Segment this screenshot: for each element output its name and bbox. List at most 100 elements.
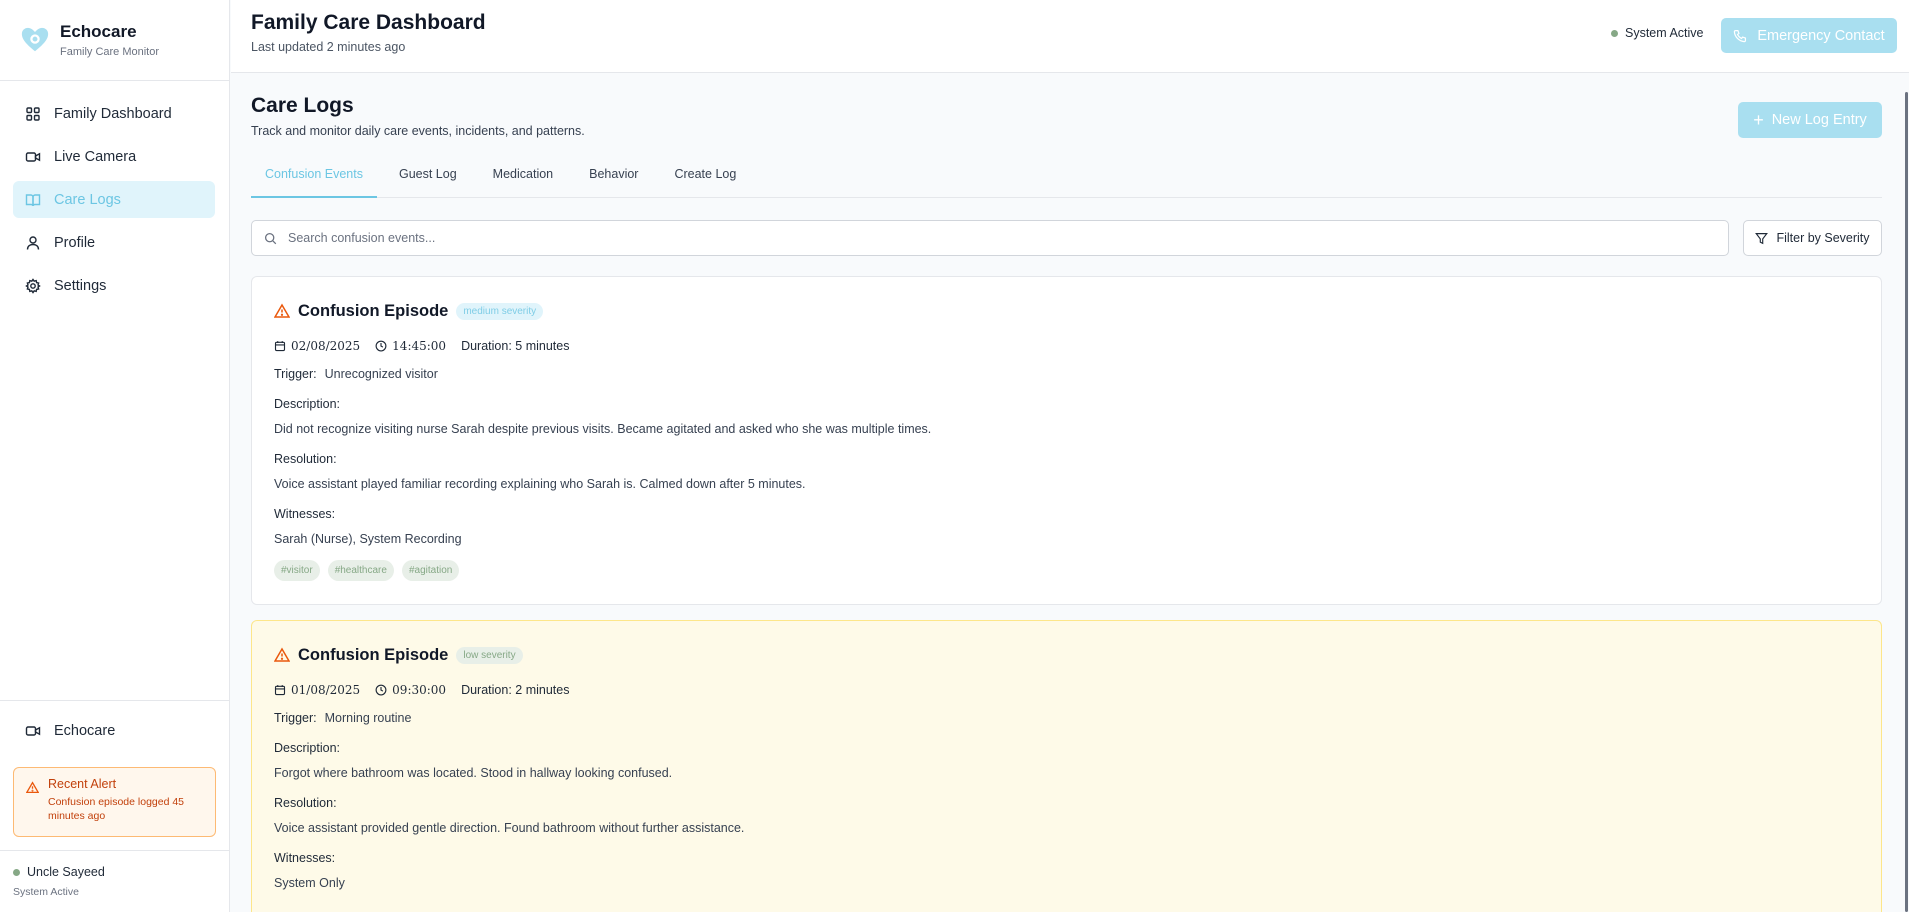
warning-icon: [26, 781, 39, 794]
tab-medication[interactable]: Medication: [479, 160, 567, 198]
section-title: Care Logs: [251, 94, 354, 117]
recent-alert[interactable]: Recent Alert Confusion episode logged 45…: [13, 767, 216, 837]
event-meta: 01/08/2025 09:30:00 Duration: 2 minutes: [274, 681, 1859, 699]
sidebar-item-label: Profile: [54, 234, 96, 251]
severity-badge: low severity: [456, 646, 523, 664]
system-status-label: System Active: [1625, 26, 1704, 40]
resolution-label: Resolution:: [274, 452, 337, 466]
calendar-icon: [274, 341, 286, 352]
event-card: Confusion Episode medium severity 02/08/…: [251, 276, 1882, 605]
sidebar-item-echocare[interactable]: Echocare: [0, 701, 230, 761]
event-date: 01/08/2025: [291, 683, 361, 697]
page-title: Family Care Dashboard: [251, 11, 486, 34]
new-log-entry-button[interactable]: + New Log Entry: [1738, 102, 1882, 138]
system-status: System Active: [1611, 26, 1704, 40]
new-log-entry-label: New Log Entry: [1771, 112, 1867, 128]
event-time: 09:30:00: [392, 683, 447, 697]
tab-behavior[interactable]: Behavior: [575, 160, 652, 198]
last-updated: Last updated 2 minutes ago: [251, 40, 406, 54]
brand: Echocare Family Care Monitor: [0, 0, 229, 81]
section-subtitle: Track and monitor daily care events, inc…: [251, 124, 585, 138]
tag[interactable]: #agitation: [401, 560, 460, 581]
event-time: 14:45:00: [392, 339, 447, 353]
clock-icon: [375, 684, 387, 696]
sidebar-item-profile[interactable]: Profile: [13, 224, 215, 261]
tag[interactable]: #healthcare: [327, 560, 394, 581]
witnesses-label: Witnesses:: [274, 507, 336, 521]
sidebar-item-live-camera[interactable]: Live Camera: [13, 138, 215, 175]
sidebar-item-label: Live Camera: [54, 148, 137, 165]
sidebar: Echocare Family Care Monitor Family Dash…: [0, 0, 230, 912]
calendar-icon: [274, 685, 286, 696]
severity-badge: medium severity: [456, 302, 544, 320]
emergency-contact-label: Emergency Contact: [1757, 27, 1885, 44]
warning-icon: [274, 303, 290, 318]
tab-create-log[interactable]: Create Log: [660, 160, 750, 198]
filter-severity-button[interactable]: Filter by Severity: [1743, 220, 1882, 256]
log-tabs: Confusion Events Guest Log Medication Be…: [251, 160, 1882, 198]
warning-icon: [274, 647, 290, 662]
user-status: System Active: [13, 886, 79, 898]
sidebar-item-care-logs[interactable]: Care Logs: [13, 181, 215, 218]
status-dot: [13, 868, 20, 876]
clock-icon: [375, 340, 387, 352]
sidebar-item-label: Family Dashboard: [54, 105, 172, 122]
event-duration: Duration: 2 minutes: [461, 683, 570, 697]
book-icon: [25, 193, 41, 206]
sidebar-nav: Family Dashboard Live Camera Care Logs P…: [0, 81, 229, 304]
tag[interactable]: #visitor: [274, 560, 320, 581]
resolution-value: Voice assistant provided gentle directio…: [274, 821, 745, 835]
search-icon: [264, 232, 277, 244]
trigger-value: Morning routine: [324, 711, 412, 725]
search-box: [251, 220, 1729, 256]
status-dot: [1611, 29, 1618, 37]
event-meta: 02/08/2025 14:45:00 Duration: 5 minutes: [274, 337, 1859, 355]
gear-icon: [25, 277, 41, 294]
event-duration: Duration: 5 minutes: [461, 339, 570, 353]
trigger-value: Unrecognized visitor: [324, 367, 438, 381]
filter-icon: [1755, 232, 1769, 244]
resolution-label: Resolution:: [274, 796, 337, 810]
event-card: Confusion Episode low severity 01/08/202…: [251, 620, 1882, 912]
filter-label: Filter by Severity: [1776, 231, 1870, 245]
search-input[interactable]: [288, 231, 1688, 245]
resolution-value: Voice assistant played familiar recordin…: [274, 477, 806, 491]
description-label: Description:: [274, 397, 340, 411]
description-value: Did not recognize visiting nurse Sarah d…: [274, 422, 932, 436]
trigger-label: Trigger:: [274, 367, 317, 381]
description-label: Description:: [274, 741, 340, 755]
phone-icon: [1734, 29, 1747, 42]
user-icon: [26, 235, 40, 250]
video-icon: [25, 151, 41, 162]
scrollbar-thumb[interactable]: [1905, 92, 1908, 912]
tab-confusion-events[interactable]: Confusion Events: [251, 160, 377, 198]
plus-icon: +: [1753, 110, 1764, 130]
grid-icon: [26, 106, 40, 121]
tab-guest-log[interactable]: Guest Log: [385, 160, 471, 198]
brand-subtitle: Family Care Monitor: [60, 46, 160, 58]
user-panel: Uncle Sayeed System Active: [0, 850, 230, 898]
brand-name: Echocare: [60, 22, 137, 41]
event-title: Confusion Episode: [298, 645, 449, 664]
user-name: Uncle Sayeed: [27, 865, 105, 879]
witnesses-value: System Only: [274, 876, 345, 890]
heart-logo-icon: [21, 27, 49, 52]
video-icon: [25, 726, 41, 736]
top-header: Family Care Dashboard Last updated 2 min…: [231, 0, 1909, 73]
sidebar-item-label: Echocare: [54, 723, 116, 739]
sidebar-item-settings[interactable]: Settings: [13, 267, 215, 304]
sidebar-item-family-dashboard[interactable]: Family Dashboard: [13, 95, 215, 132]
witnesses-label: Witnesses:: [274, 851, 336, 865]
emergency-contact-button[interactable]: Emergency Contact: [1721, 18, 1897, 53]
description-value: Forgot where bathroom was located. Stood…: [274, 766, 673, 780]
alert-text: Confusion episode logged 45 minutes ago: [48, 796, 185, 822]
scrollbar[interactable]: [1903, 74, 1909, 912]
sidebar-item-label: Care Logs: [54, 191, 121, 208]
sidebar-footer: Echocare Recent Alert Confusion episode …: [0, 700, 230, 898]
tag-list: #visitor #healthcare #agitation: [274, 560, 1859, 581]
trigger-label: Trigger:: [274, 711, 317, 725]
sidebar-item-label: Settings: [54, 277, 107, 294]
event-title: Confusion Episode: [298, 301, 449, 320]
alert-title: Recent Alert: [48, 777, 117, 791]
main-content: Care Logs Track and monitor daily care e…: [231, 74, 1909, 912]
